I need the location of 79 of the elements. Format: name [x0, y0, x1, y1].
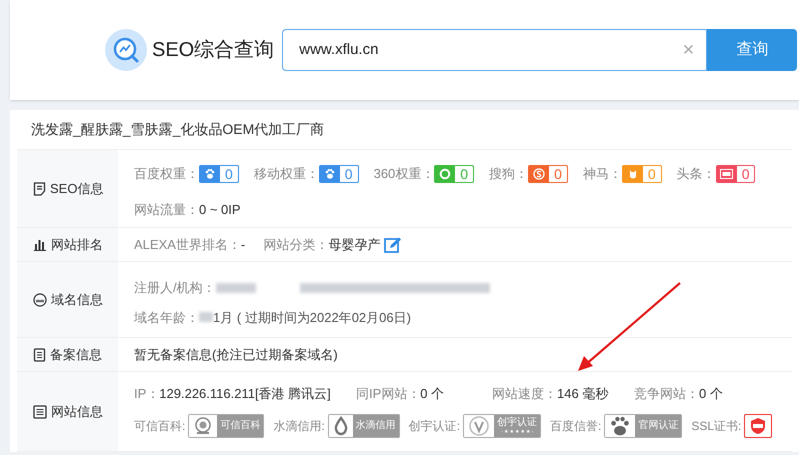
weight-badge[interactable]: 0: [199, 164, 239, 183]
search-button[interactable]: 查询: [707, 29, 798, 71]
blurred-text: [199, 312, 213, 322]
registrant-label: 注册人/机构：: [134, 279, 216, 297]
weight-badge[interactable]: 0: [318, 164, 359, 183]
section-label: 网站排名: [51, 236, 103, 254]
cert-label: 可信百科:: [134, 418, 186, 434]
cert-badge[interactable]: 官网认证: [604, 414, 682, 438]
weight-label: 移动权重：: [254, 165, 319, 183]
cert-label: 创宇认证:: [408, 418, 460, 434]
document-icon: [33, 404, 47, 418]
paw-icon: [324, 168, 336, 180]
cert-label: SSL证书:: [691, 418, 742, 434]
weight-label: 360权重：: [374, 165, 434, 183]
field-label: 竞争网站：: [634, 385, 699, 403]
age-value: 1月 ( 过期时间为2022年02月06日): [213, 308, 411, 327]
field-label: IP：: [134, 385, 160, 403]
field-label: 同IP网站：: [356, 385, 420, 403]
ssl-badge[interactable]: [744, 414, 772, 438]
drop-icon: [332, 416, 349, 436]
weight-label: 神马：: [582, 165, 622, 183]
section-label: 域名信息: [51, 290, 103, 309]
paw-icon: [204, 168, 216, 180]
weight-label: 百度权重：: [134, 165, 199, 183]
weight-label: 头条：: [676, 165, 716, 183]
v-badge-icon: [468, 414, 490, 436]
shield-icon: [750, 416, 766, 434]
field-label: 网站速度：: [492, 385, 557, 403]
weight-value: 0: [459, 166, 470, 182]
section-label: 网站信息: [51, 402, 103, 421]
cert-label: 百度信誉:: [550, 418, 602, 434]
page-title: SEO综合查询: [152, 38, 274, 63]
chart-magnifier-logo: [105, 29, 147, 71]
cert-badge[interactable]: 水滴信用: [328, 414, 400, 438]
cert-badge-text: 官网认证: [638, 420, 678, 432]
cert-badge[interactable]: 可信百科: [188, 414, 264, 438]
weight-label: 搜狗：: [489, 165, 528, 183]
cert-badge-text: 可信百科: [220, 420, 260, 432]
field-value: 0 个: [420, 385, 444, 403]
clear-button[interactable]: ×: [682, 35, 694, 65]
news-icon: [720, 168, 734, 179]
field-value: 0 个: [699, 385, 723, 403]
field-value: -: [240, 236, 246, 254]
weight-badge[interactable]: 0: [434, 164, 474, 183]
edit-icon[interactable]: [384, 236, 402, 254]
cert-badge-text: 水滴信用: [356, 420, 396, 432]
weight-badge[interactable]: 0: [716, 164, 756, 183]
section-label: 备案信息: [50, 346, 102, 364]
section-label: SEO信息: [50, 180, 104, 198]
search-value: www.xflu.cn: [299, 40, 380, 60]
age-label: 域名年龄：: [134, 308, 199, 326]
field-value: 129.226.116.211[香港 腾讯云]: [159, 385, 331, 403]
globe-icon: [33, 292, 47, 306]
weight-value: 0: [553, 166, 563, 182]
site-title: 洗发露_醒肤露_雪肤露_化妆品OEM代加工厂商: [31, 120, 324, 139]
weight-value: 0: [646, 166, 657, 182]
weight-value: 0: [740, 166, 750, 182]
ring-icon: [439, 168, 452, 180]
paw-icon: [609, 414, 632, 436]
bar-chart-icon: [33, 238, 47, 251]
seal-icon: [193, 416, 214, 436]
weight-value: 0: [344, 166, 354, 182]
traffic-value: 0 ~ 0IP: [199, 200, 241, 218]
traffic-label: 网站流量：: [134, 200, 199, 218]
s-circle-icon: [533, 168, 546, 180]
icp-text: 暂无备案信息(抢注已过期备案域名): [134, 346, 338, 364]
field-label: ALEXA世界排名：: [134, 236, 241, 254]
cert-badge-text: 创宇认证: [497, 416, 538, 428]
document-icon: [33, 182, 46, 196]
cert-label: 水滴信用:: [273, 418, 325, 434]
field-label: 网站分类：: [263, 236, 328, 254]
field-value: 146 毫秒: [557, 385, 608, 403]
blurred-text: [216, 282, 256, 293]
weight-badge[interactable]: 0: [622, 164, 662, 183]
weight-badge[interactable]: 0: [528, 164, 568, 183]
document-icon: [33, 348, 46, 362]
search-field[interactable]: www.xflu.cn ×: [282, 29, 708, 71]
field-value: 母婴孕产: [328, 236, 380, 254]
weight-value: 0: [224, 166, 234, 182]
